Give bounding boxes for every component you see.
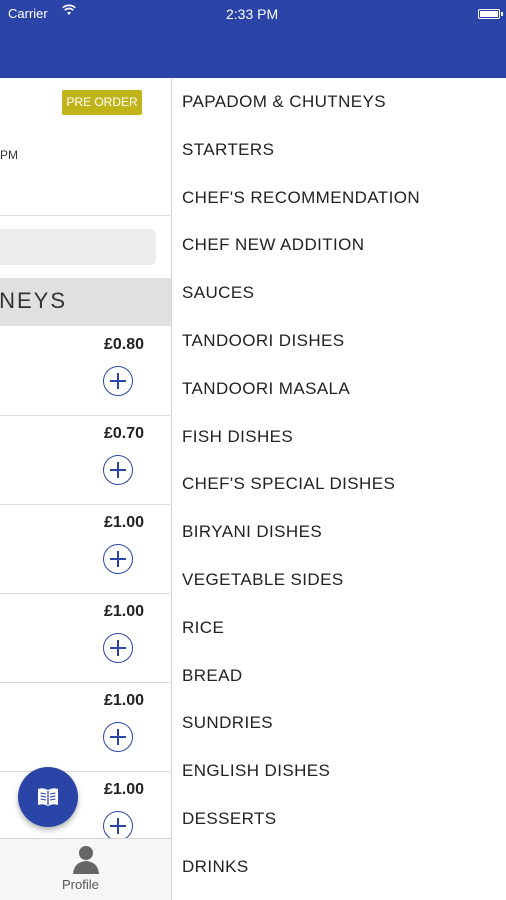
item-price: £1.00	[103, 603, 144, 620]
category-item[interactable]: FISH DISHES	[182, 413, 420, 461]
category-item[interactable]: CHEF'S SPECIAL DISHES	[182, 460, 420, 508]
menu-item-row: £1.00	[0, 504, 170, 594]
category-item[interactable]: RICE	[182, 604, 420, 652]
add-icon[interactable]	[103, 811, 133, 841]
category-item[interactable]: CHEF NEW ADDITION	[182, 221, 420, 269]
bottom-tab-bar: Profile	[0, 838, 171, 900]
add-icon[interactable]	[103, 544, 133, 574]
category-item[interactable]: BIRYANI DISHES	[182, 508, 420, 556]
wifi-icon	[62, 4, 76, 19]
profile-icon[interactable]	[70, 843, 102, 880]
item-price: £1.00	[103, 514, 144, 531]
carrier-label: Carrier	[8, 6, 48, 21]
item-price: £0.70	[103, 425, 144, 442]
tab-profile-label[interactable]: Profile	[62, 877, 99, 892]
battery-icon	[478, 9, 503, 19]
menu-item-row: £0.80	[0, 326, 170, 416]
category-item[interactable]: SAUCES	[182, 269, 420, 317]
menu-item-row: £1.00	[0, 593, 170, 683]
main-screen: Carrier PRE ORDER PM NEYS £0.80 £0.70 £1…	[0, 0, 172, 900]
category-item[interactable]: DESSERTS	[182, 795, 420, 843]
category-item[interactable]: TANDOORI MASALA	[182, 365, 420, 413]
category-item[interactable]: SUNDRIES	[182, 699, 420, 747]
menu-item-row: £1.00	[0, 682, 170, 772]
category-drawer: 2:33 PM PAPADOM & CHUTNEYS STARTERS CHEF…	[172, 0, 506, 900]
add-icon[interactable]	[103, 722, 133, 752]
book-icon	[38, 788, 58, 806]
category-item[interactable]: VEGETABLE SIDES	[182, 556, 420, 604]
category-item[interactable]: BREAD	[182, 652, 420, 700]
add-icon[interactable]	[103, 633, 133, 663]
preorder-badge[interactable]: PRE ORDER	[62, 90, 142, 115]
category-item[interactable]: CHEF'S RECOMMENDATION	[182, 174, 420, 222]
category-item[interactable]: DRINKS	[182, 843, 420, 891]
time-fragment: PM	[0, 148, 18, 162]
add-icon[interactable]	[103, 455, 133, 485]
menu-book-button[interactable]	[18, 767, 78, 827]
category-item[interactable]: STARTERS	[182, 126, 420, 174]
category-item[interactable]: PAPADOM & CHUTNEYS	[182, 78, 420, 126]
divider	[0, 215, 170, 216]
category-title: NEYS	[0, 288, 67, 313]
item-price: £1.00	[103, 781, 144, 798]
category-item[interactable]: ENGLISH DISHES	[182, 747, 420, 795]
search-input[interactable]	[0, 229, 156, 265]
item-price: £1.00	[103, 692, 144, 709]
category-list: PAPADOM & CHUTNEYS STARTERS CHEF'S RECOM…	[182, 78, 420, 891]
drawer-header: 2:33 PM	[172, 0, 506, 78]
add-icon[interactable]	[103, 366, 133, 396]
category-header: NEYS	[0, 278, 171, 326]
header-bar: Carrier	[0, 0, 172, 78]
category-item[interactable]: TANDOORI DISHES	[182, 317, 420, 365]
item-price: £0.80	[103, 336, 144, 353]
menu-item-row: £0.70	[0, 415, 170, 505]
clock: 2:33 PM	[226, 6, 279, 22]
